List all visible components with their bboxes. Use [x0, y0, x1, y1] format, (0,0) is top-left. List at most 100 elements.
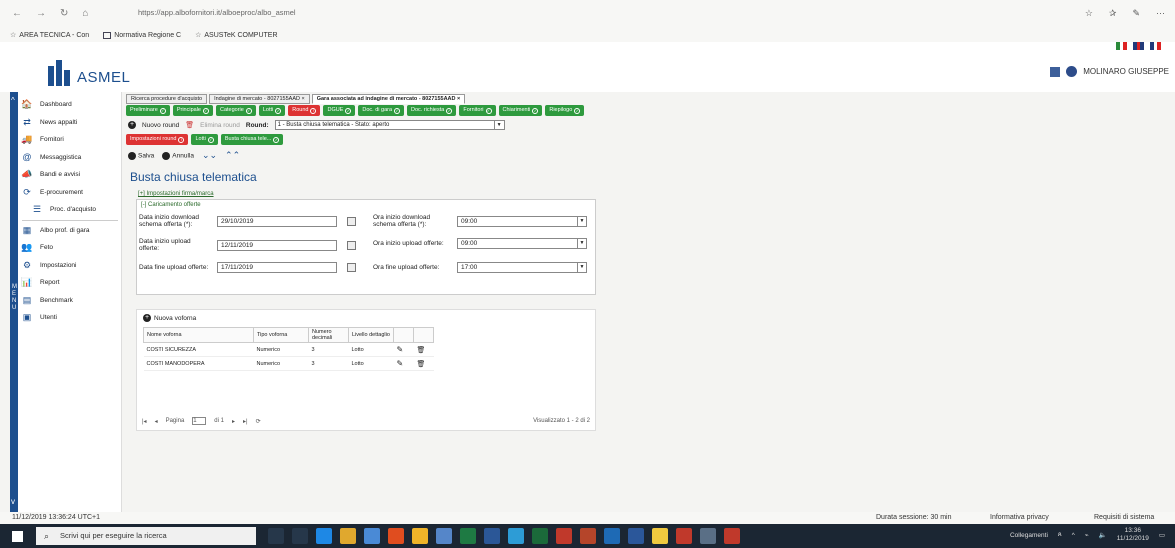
firm-section-toggle[interactable]: [+] Impostazioni firma/marca: [138, 191, 214, 197]
privacy-link[interactable]: Informativa privacy: [990, 514, 1049, 521]
chevron-up-icon[interactable]: ^: [1072, 532, 1075, 539]
taskbar-search[interactable]: ⌕ Scrivi qui per eseguire la ricerca: [36, 527, 256, 545]
cortana-icon[interactable]: [292, 528, 308, 544]
project-icon[interactable]: [532, 528, 548, 544]
bookmark-item[interactable]: ☆ AREA TECNICA - Con: [10, 31, 89, 40]
bookmark-item[interactable]: ☆ ASUSTeK COMPUTER: [195, 31, 277, 40]
sidebar-item-utenti[interactable]: ▣ Utenti: [22, 309, 118, 327]
flag-uk-icon[interactable]: [1133, 42, 1145, 50]
tab-indagine-mercato[interactable]: Indagine di mercato - 8027155AAD ×: [209, 94, 310, 104]
calendar-icon[interactable]: [347, 216, 356, 226]
user-name[interactable]: MOLINARO GIUSEPPE: [1083, 67, 1169, 76]
sidebar-item-impostazioni[interactable]: ⚙ Impostazioni: [22, 257, 118, 275]
reload-icon[interactable]: ⟳: [256, 418, 261, 425]
user-icon[interactable]: [1066, 66, 1078, 77]
sidebar-item-albo-prof[interactable]: ▦ Albo prof. di gara: [22, 222, 118, 240]
delete-round-button[interactable]: Elimina round: [200, 122, 240, 129]
forward-icon[interactable]: →: [36, 8, 46, 19]
sidebar-item-proc-acquisto[interactable]: ☰ Proc. d'acquisto: [22, 201, 118, 219]
phase-fornitori[interactable]: Fornitori ✓: [459, 105, 496, 116]
app-icon[interactable]: [700, 528, 716, 544]
favorite-icon[interactable]: ☆: [1085, 8, 1093, 19]
sidebar-item-benchmark[interactable]: ▤ Benchmark: [22, 292, 118, 310]
access-icon[interactable]: [580, 528, 596, 544]
sidebar-item-report[interactable]: 📊 Report: [21, 274, 118, 292]
windows-start-icon[interactable]: [12, 531, 23, 542]
chrome-icon[interactable]: [412, 528, 428, 544]
column-header[interactable]: Livello dettaglio: [348, 327, 394, 343]
collapse-up-icon[interactable]: ⌃⌃: [225, 150, 240, 161]
requirements-link[interactable]: Requisiti di sistema: [1094, 514, 1154, 521]
table-row[interactable]: COSTI MANODOPERA Numerico 3 Lotto ✎ 🗑: [143, 356, 434, 371]
pdf-icon[interactable]: [724, 528, 740, 544]
chevron-down-icon[interactable]: v: [11, 497, 15, 506]
refresh-icon[interactable]: ↻: [60, 8, 68, 19]
task-view-icon[interactable]: [268, 528, 284, 544]
collections-icon[interactable]: ✎: [1132, 8, 1140, 19]
trash-icon[interactable]: 🗑: [417, 347, 426, 354]
sidebar-item-dashboard[interactable]: 🏠 Dashboard: [21, 96, 118, 114]
upload-section-toggle[interactable]: [-] Caricamento offerte: [141, 202, 201, 208]
calendar-icon[interactable]: [1050, 66, 1061, 77]
new-voice-button[interactable]: + Nuova voforna: [143, 314, 196, 322]
flag-it-icon[interactable]: [1116, 42, 1128, 50]
pencil-icon[interactable]: ✎: [397, 359, 404, 368]
home-icon[interactable]: ⌂: [82, 8, 88, 19]
phase-round[interactable]: Round!: [288, 105, 321, 116]
file-explorer-icon[interactable]: [340, 528, 356, 544]
subtab-busta-chiusa[interactable]: Busta chiusa tele... ✓: [220, 134, 284, 145]
phase-categorie[interactable]: Categorie ✓: [215, 105, 256, 116]
page-input[interactable]: 1: [192, 417, 207, 425]
phase-doc-gara[interactable]: Doc. di gara ✓: [358, 105, 405, 116]
clock[interactable]: 13:36 11/12/2019: [1117, 527, 1149, 543]
app-icon[interactable]: [436, 528, 452, 544]
tab-ricerca-procedure[interactable]: Ricerca procedure d'acquisto: [126, 94, 208, 104]
sidebar-item-messaggistica[interactable]: @ Messaggistica: [22, 149, 118, 167]
table-row[interactable]: COSTI SICUREZZA Numerico 3 Lotto ✎ 🗑: [143, 342, 434, 357]
next-page-icon[interactable]: ▸: [232, 418, 235, 425]
new-round-button[interactable]: Nuovo round: [142, 122, 179, 129]
start-download-input[interactable]: 29/10/2019: [217, 215, 337, 227]
folder-icon[interactable]: [652, 528, 668, 544]
notifications-icon[interactable]: ▭: [1159, 531, 1165, 539]
chevron-up-icon[interactable]: ^: [11, 96, 15, 105]
edge-icon[interactable]: [316, 528, 332, 544]
sidebar-item-feto[interactable]: 👥 Feto: [21, 239, 118, 257]
volume-icon[interactable]: 🔈: [1099, 531, 1107, 539]
calendar-icon[interactable]: [347, 240, 356, 250]
links-label[interactable]: Collegamenti: [1010, 532, 1048, 539]
app-icon[interactable]: [628, 528, 644, 544]
store-icon[interactable]: [364, 528, 380, 544]
trash-icon[interactable]: 🗑: [417, 361, 426, 368]
subtab-impostazioni-round[interactable]: Impostazioni round!: [126, 134, 189, 145]
tab-gara-associata[interactable]: Gara associata ad indagine di mercato - …: [311, 94, 466, 104]
asmel-logo[interactable]: ASMEL: [46, 58, 130, 86]
time-upload-select[interactable]: 09:00 ▼: [457, 238, 587, 249]
subtab-lotti[interactable]: Lotti ✓: [191, 134, 218, 145]
save-button[interactable]: Salva: [128, 151, 154, 160]
end-upload-input[interactable]: 17/11/2019: [217, 262, 337, 273]
first-page-icon[interactable]: |◂: [142, 418, 147, 425]
app-icon[interactable]: [676, 528, 692, 544]
column-header[interactable]: Numero decimali: [308, 327, 349, 343]
round-select[interactable]: 1 - Busta chiusa telematica - Stato: ape…: [274, 120, 505, 130]
phase-chiarimenti[interactable]: Chiarimenti ✓: [498, 105, 543, 116]
prev-page-icon[interactable]: ◂: [155, 418, 158, 425]
people-icon[interactable]: ጸ: [1058, 531, 1062, 539]
excel-icon[interactable]: [460, 528, 476, 544]
phase-doc-richiesta[interactable]: Doc. richiesta ✓: [407, 105, 457, 116]
favorites-bar-icon[interactable]: ✰: [1109, 8, 1117, 19]
phase-riepilogo[interactable]: Riepilogo ✓: [545, 105, 585, 116]
phase-lotti[interactable]: Lotti ✓: [258, 105, 286, 116]
column-header[interactable]: Nome voforna: [143, 327, 254, 343]
app-icon[interactable]: [508, 528, 524, 544]
last-page-icon[interactable]: ▸|: [243, 418, 248, 425]
sidebar-collapse-strip[interactable]: ^ M E N U v: [10, 92, 18, 512]
sidebar-item-fornitori[interactable]: 🚚 Fornitori: [21, 131, 118, 149]
phase-preliminare[interactable]: Preliminare ✓: [126, 105, 170, 116]
collapse-down-icon[interactable]: ⌄⌄: [202, 150, 217, 161]
cancel-button[interactable]: Annulla: [162, 151, 194, 160]
back-icon[interactable]: ←: [12, 8, 22, 19]
flag-fr-icon[interactable]: [1150, 42, 1162, 50]
phase-dgue[interactable]: DGUE ✓: [323, 105, 356, 116]
